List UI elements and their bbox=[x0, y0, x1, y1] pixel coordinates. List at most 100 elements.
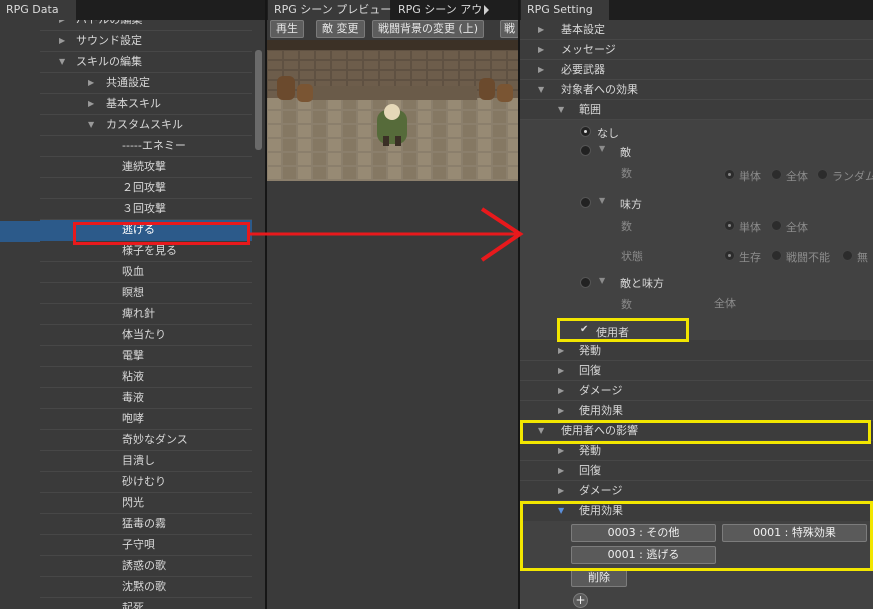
tree-item[interactable]: ▼ カスタムスキル bbox=[40, 115, 252, 136]
target-use-effect-row[interactable]: ▶ 使用効果 bbox=[520, 401, 873, 421]
delete-effect-button[interactable]: 削除 bbox=[571, 569, 627, 587]
setting-message-row[interactable]: ▶ メッセージ bbox=[520, 40, 873, 60]
tree-item[interactable]: 咆哮 bbox=[40, 409, 252, 430]
chevron-right-icon[interactable]: ▶ bbox=[59, 20, 65, 30]
tree-item[interactable]: 様子を見る bbox=[40, 241, 252, 262]
selection-strip bbox=[0, 221, 40, 242]
user-check-icon[interactable]: ✔ bbox=[580, 324, 588, 335]
ally-all-radio[interactable] bbox=[771, 220, 782, 231]
tree-item[interactable]: ▶ バトルの編集 bbox=[40, 20, 252, 31]
setting-target-effect-label: 対象者への効果 bbox=[561, 83, 638, 96]
setting-target-effect-row[interactable]: ▼ 対象者への効果 bbox=[520, 80, 873, 100]
battle-scene-view[interactable] bbox=[267, 40, 519, 181]
tree-item-label: 連続攻撃 bbox=[122, 160, 166, 173]
change-battle-bg-button[interactable]: 戦闘背景の変更 (上) bbox=[372, 20, 485, 38]
user-use-effect-row[interactable]: ▼ 使用効果 bbox=[520, 501, 873, 521]
tree-item[interactable]: 誘惑の歌 bbox=[40, 556, 252, 577]
chevron-down-icon[interactable]: ▼ bbox=[599, 276, 605, 285]
tree-item[interactable]: 閃光 bbox=[40, 493, 252, 514]
tree-item[interactable]: ▶ 共通設定 bbox=[40, 73, 252, 94]
enemy-single-radio[interactable] bbox=[724, 169, 735, 180]
tab-rpg-data[interactable]: RPG Data bbox=[0, 0, 76, 20]
tree-item-selected[interactable]: 逃げる bbox=[40, 220, 252, 241]
tab-rpg-setting[interactable]: RPG Setting bbox=[521, 0, 609, 20]
tree-item[interactable]: ３回攻撃 bbox=[40, 199, 252, 220]
tree-item[interactable]: 目潰し bbox=[40, 451, 252, 472]
setting-range-row[interactable]: ▼ 範囲 bbox=[520, 100, 873, 120]
chevron-right-icon[interactable]: ▶ bbox=[59, 31, 65, 51]
target-damage-row[interactable]: ▶ ダメージ bbox=[520, 381, 873, 401]
tree-item[interactable]: 瞑想 bbox=[40, 283, 252, 304]
tree-item[interactable]: 体当たり bbox=[40, 325, 252, 346]
user-damage-row[interactable]: ▶ ダメージ bbox=[520, 481, 873, 501]
user-influence-row[interactable]: ▼ 使用者への影響 bbox=[520, 421, 873, 441]
tree-item[interactable]: 粘液 bbox=[40, 367, 252, 388]
play-button[interactable]: 再生 bbox=[270, 20, 304, 38]
effect-button-0003-other[interactable]: 0003 : その他 bbox=[571, 524, 716, 542]
tab-overflow-arrow-icon[interactable] bbox=[484, 5, 489, 15]
add-effect-icon[interactable]: + bbox=[573, 593, 588, 608]
tree-item[interactable]: -----エネミー bbox=[40, 136, 252, 157]
chevron-right-icon: ▶ bbox=[558, 366, 565, 375]
tree-item-label: 子守唄 bbox=[122, 538, 155, 551]
chevron-down-icon[interactable]: ▼ bbox=[599, 196, 605, 205]
tree-item[interactable]: 奇妙なダンス bbox=[40, 430, 252, 451]
ally-single-radio[interactable] bbox=[724, 220, 735, 231]
user-activation-row[interactable]: ▶ 発動 bbox=[520, 441, 873, 461]
enemy-all-label: 全体 bbox=[786, 170, 808, 183]
tree-item[interactable]: ２回攻撃 bbox=[40, 178, 252, 199]
tab-rpg-scene-outline[interactable]: RPG シーン アウ bbox=[392, 0, 484, 20]
ally-alive-radio[interactable] bbox=[724, 250, 735, 261]
range-enemy-and-ally-radio[interactable] bbox=[580, 277, 591, 288]
ally-count-label: 数 bbox=[621, 220, 632, 233]
change-enemy-button[interactable]: 敵 変更 bbox=[316, 20, 365, 38]
enemy-all-radio[interactable] bbox=[771, 169, 782, 180]
tree-item[interactable]: 毒液 bbox=[40, 388, 252, 409]
setting-required-weapon-row[interactable]: ▶ 必要武器 bbox=[520, 60, 873, 80]
target-recovery-row[interactable]: ▶ 回復 bbox=[520, 361, 873, 381]
range-none-radio[interactable] bbox=[580, 126, 591, 137]
tree-item-label: 様子を見る bbox=[122, 244, 177, 257]
chevron-down-icon[interactable]: ▼ bbox=[599, 144, 605, 153]
range-user-label: 使用者 bbox=[596, 326, 629, 339]
tree-item[interactable]: ▶ 基本スキル bbox=[40, 94, 252, 115]
chevron-down-icon[interactable]: ▼ bbox=[88, 115, 94, 135]
tree-item[interactable]: 子守唄 bbox=[40, 535, 252, 556]
data-tree-scrollbar[interactable] bbox=[255, 50, 262, 150]
setting-basic-row[interactable]: ▶ 基本設定 bbox=[520, 20, 873, 40]
tree-item-label: 猛毒の霧 bbox=[122, 517, 166, 530]
tree-item-label: 毒液 bbox=[122, 391, 144, 404]
chevron-right-icon[interactable]: ▶ bbox=[88, 73, 94, 93]
tree-item[interactable]: 電撃 bbox=[40, 346, 252, 367]
tree-item[interactable]: 吸血 bbox=[40, 262, 252, 283]
target-activation-row[interactable]: ▶ 発動 bbox=[520, 341, 873, 361]
range-enemy-radio[interactable] bbox=[580, 145, 591, 156]
tree-item[interactable]: 猛毒の霧 bbox=[40, 514, 252, 535]
enemy-random-label: ランダム bbox=[832, 170, 873, 183]
chevron-right-icon[interactable]: ▶ bbox=[88, 94, 94, 114]
tree-item[interactable]: 起死 bbox=[40, 598, 252, 609]
chevron-right-icon: ▶ bbox=[558, 386, 565, 395]
chevron-down-icon[interactable]: ▼ bbox=[59, 52, 65, 72]
tree-item[interactable]: 痺れ針 bbox=[40, 304, 252, 325]
effect-button-0001-escape[interactable]: 0001 : 逃げる bbox=[571, 546, 716, 564]
effect-button-0001-special[interactable]: 0001 : 特殊効果 bbox=[722, 524, 867, 542]
tree-item[interactable]: ▶ サウンド設定 bbox=[40, 31, 252, 52]
user-recovery-row[interactable]: ▶ 回復 bbox=[520, 461, 873, 481]
ally-none-status-radio[interactable] bbox=[842, 250, 853, 261]
tree-item[interactable]: 沈黙の歌 bbox=[40, 577, 252, 598]
tree-item-label: 吸血 bbox=[122, 265, 144, 278]
tab-rpg-scene-preview[interactable]: RPG シーン プレビュー bbox=[268, 0, 391, 20]
tree-item-label: 咆哮 bbox=[122, 412, 144, 425]
target-use-effect-label: 使用効果 bbox=[579, 404, 623, 417]
tree-item[interactable]: ▼ スキルの編集 bbox=[40, 52, 252, 73]
user-activation-label: 発動 bbox=[579, 444, 601, 457]
ally-knocked-out-radio[interactable] bbox=[771, 250, 782, 261]
tree-item[interactable]: 連続攻撃 bbox=[40, 157, 252, 178]
setting-required-weapon-label: 必要武器 bbox=[561, 63, 605, 76]
tree-item[interactable]: 砂けむり bbox=[40, 472, 252, 493]
range-ally-label: 味方 bbox=[620, 198, 642, 211]
more-toolbar-button[interactable]: 戦 bbox=[500, 20, 519, 38]
range-ally-radio[interactable] bbox=[580, 197, 591, 208]
enemy-random-radio[interactable] bbox=[817, 169, 828, 180]
